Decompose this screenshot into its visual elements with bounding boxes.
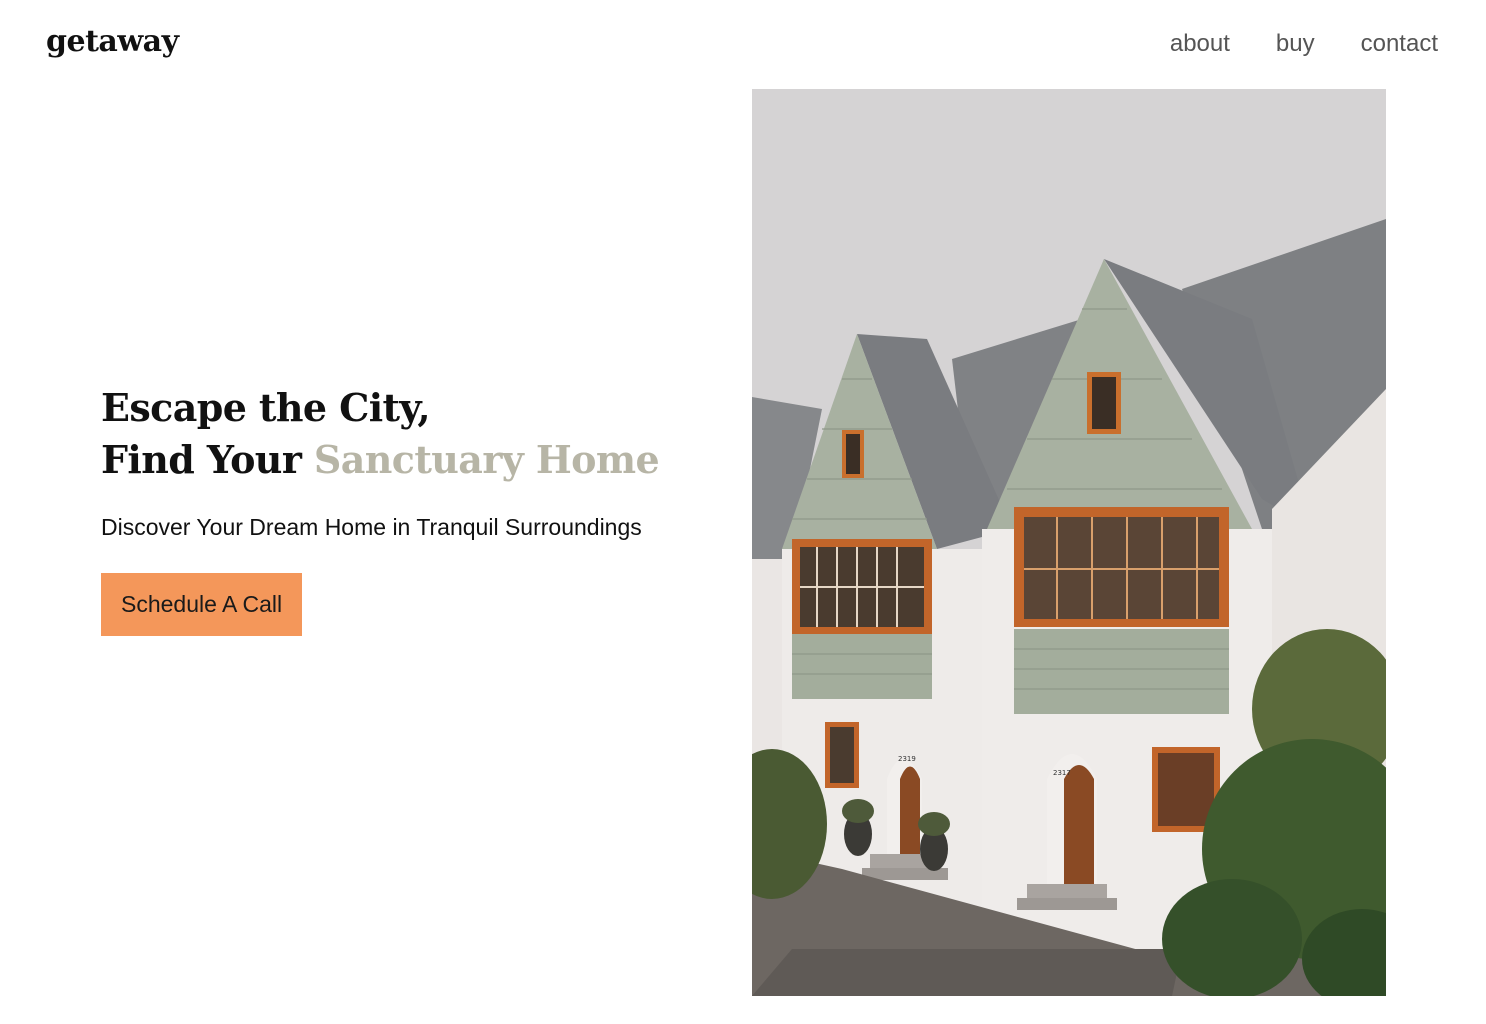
nav-link-about[interactable]: about xyxy=(1170,28,1230,60)
house-number-right: 2317 xyxy=(1053,769,1071,777)
hero-section: Escape the City, Find Your Sanctuary Hom… xyxy=(101,382,721,636)
main-nav: about buy contact xyxy=(1170,28,1438,60)
nav-link-buy[interactable]: buy xyxy=(1276,28,1315,60)
headline-line-2-prefix: Find Your xyxy=(101,437,314,482)
house-number-left: 2319 xyxy=(898,755,916,763)
hero-house-image: 2319 2317 xyxy=(752,89,1386,996)
brand-logo[interactable]: getaway xyxy=(46,22,179,62)
hero-subheading: Discover Your Dream Home in Tranquil Sur… xyxy=(101,514,642,540)
headline-accent: Sanctuary Home xyxy=(313,437,660,482)
schedule-call-button[interactable]: Schedule A Call xyxy=(101,573,303,636)
hero-headline: Escape the City, Find Your Sanctuary Hom… xyxy=(101,382,721,486)
headline-line-1: Escape the City, xyxy=(101,385,431,430)
nav-link-contact[interactable]: contact xyxy=(1361,28,1438,60)
